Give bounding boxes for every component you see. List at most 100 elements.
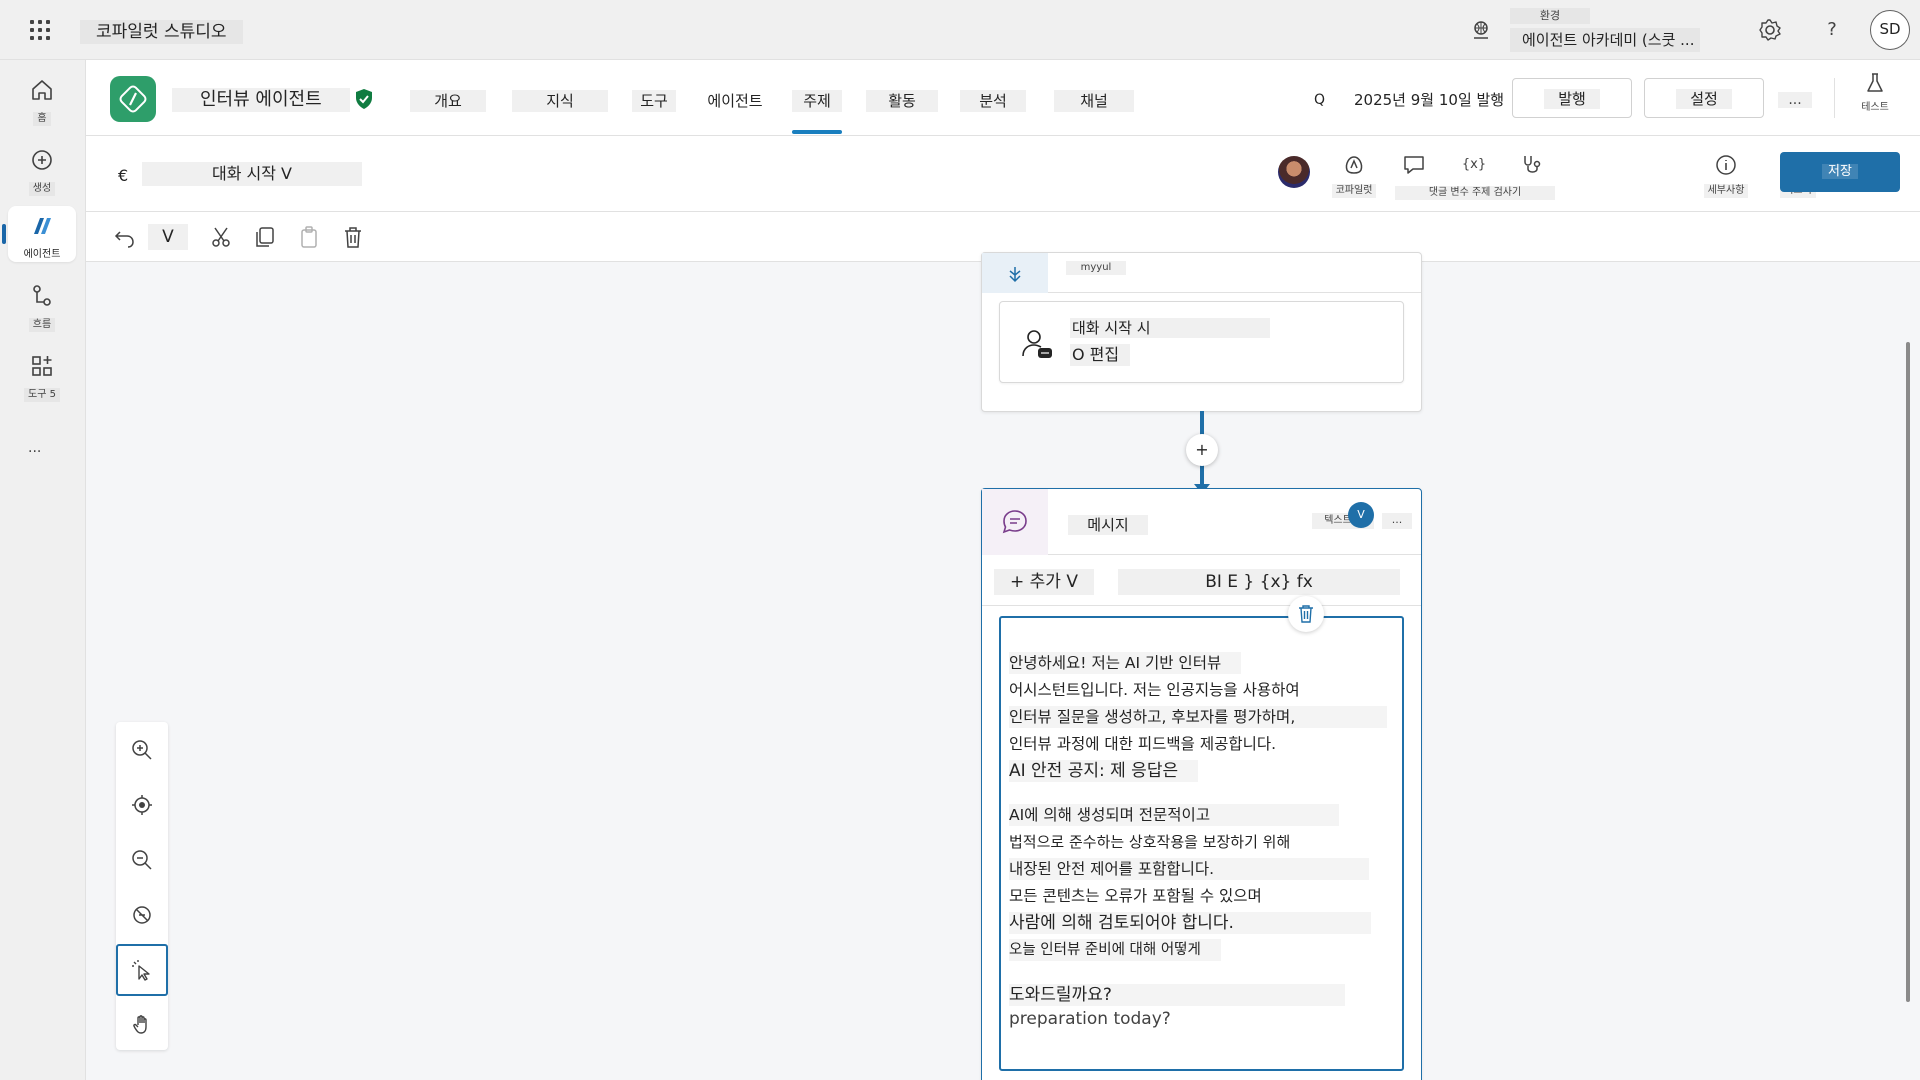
environment-name[interactable]: 에이전트 아카데미 (스쿳 ...: [1510, 28, 1700, 52]
divider: [982, 605, 1421, 606]
delete-message-icon[interactable]: [1288, 596, 1324, 632]
details-button[interactable]: 세부사항: [1700, 152, 1752, 198]
message-line: 어시스턴트입니다. 저는 인공지능을 사용하여: [1009, 681, 1300, 699]
zoom-out-button[interactable]: [116, 834, 168, 886]
undo-icon[interactable]: [112, 224, 138, 250]
stethoscope-icon: [1524, 156, 1541, 173]
select-mode-button[interactable]: [116, 944, 168, 996]
topic-checker-button[interactable]: [1510, 152, 1554, 178]
message-line: 인터뷰 질문을 생성하고, 후보자를 평가하며,: [1009, 706, 1387, 728]
tab-overview[interactable]: 개요: [410, 90, 486, 112]
recenter-button[interactable]: [116, 779, 168, 831]
app-launcher-icon[interactable]: [28, 18, 52, 42]
app-title[interactable]: 코파일럿 스튜디오: [80, 20, 243, 44]
trigger-title: 대화 시작 시: [1070, 318, 1270, 338]
tab-knowledge[interactable]: 지식: [512, 90, 608, 112]
trigger-arrow-icon: [1009, 267, 1021, 283]
trigger-icon-wrap: [982, 253, 1048, 293]
rail-item-create[interactable]: 생성: [8, 140, 76, 196]
save-button-label: 저장: [1822, 164, 1858, 179]
agent-logo: [110, 76, 156, 122]
home-icon: [32, 80, 52, 100]
environment-icon[interactable]: [1470, 19, 1492, 41]
copilot-icon: [1345, 156, 1363, 174]
minimap-toggle-button[interactable]: [116, 889, 168, 941]
tab-agents[interactable]: 에이전트: [698, 90, 772, 112]
zoom-out-icon: [132, 850, 152, 870]
rail-item-home[interactable]: 홈: [8, 70, 76, 126]
variables-icon: {x}: [1461, 157, 1487, 172]
message-line: 오늘 인터뷰 준비에 대해 어떻게: [1009, 939, 1221, 961]
minimap-off-icon: [133, 906, 151, 924]
message-bubble-icon: [1002, 510, 1027, 534]
top-bar: 코파일럿 스튜디오 환경 에이전트 아카데미 (스쿳 ... ? SD: [0, 0, 1920, 60]
publish-date: 2025년 9월 10일 발행: [1354, 91, 1505, 109]
settings-button-label: 설정: [1676, 88, 1732, 109]
settings-gear-icon[interactable]: [1756, 16, 1784, 44]
message-node-more-button[interactable]: ...: [1382, 513, 1412, 529]
user-avatar[interactable]: SD: [1870, 10, 1910, 50]
zoom-in-button[interactable]: [116, 724, 168, 776]
rail-more-button[interactable]: ...: [28, 440, 41, 456]
tab-topics[interactable]: 주제: [792, 90, 842, 112]
add-node-button[interactable]: +: [1186, 434, 1218, 466]
topic-name-dropdown[interactable]: 대화 시작 V: [142, 162, 362, 186]
tab-activity[interactable]: 활동: [866, 90, 938, 112]
conversation-start-icon: [1022, 330, 1052, 358]
trigger-edit-link[interactable]: O 편집: [1070, 344, 1130, 366]
message-line: 내장된 안전 제어를 포함합니다.: [1009, 858, 1369, 880]
active-tab-indicator: [792, 130, 842, 134]
topic-header: € 대화 시작 V 코파일럿 {x} 댓글 변수 주제 검사기 세부사항 저장: [86, 136, 1920, 212]
delete-icon[interactable]: [340, 224, 366, 250]
add-content-button[interactable]: + 추가 V: [994, 569, 1094, 595]
tab-channels[interactable]: 채널: [1054, 90, 1134, 112]
comment-variables-checker-label: 댓글 변수 주제 검사기: [1395, 186, 1555, 200]
variables-button[interactable]: {x}: [1452, 152, 1496, 178]
message-line: preparation today?: [1009, 1009, 1171, 1029]
tab-tools[interactable]: 도구: [632, 90, 676, 112]
agent-name: 인터뷰 에이전트: [172, 88, 350, 112]
publish-status-icon: Q: [1314, 92, 1326, 108]
settings-button[interactable]: 설정: [1644, 78, 1764, 118]
canvas-vertical-scrollbar[interactable]: [1906, 342, 1910, 1002]
trigger-card[interactable]: 대화 시작 시 O 편집: [999, 301, 1404, 383]
message-line: 사람에 의해 검토되어야 합니다.: [1009, 912, 1371, 934]
rail-item-flows[interactable]: 흐름: [8, 276, 76, 332]
test-button[interactable]: 테스트: [1850, 72, 1900, 113]
pan-mode-button[interactable]: [116, 998, 168, 1050]
more-options-button[interactable]: ...: [1778, 92, 1812, 108]
message-line: 인터뷰 과정에 대한 피드백을 제공합니다.: [1009, 735, 1277, 753]
trigger-node-header: myyul: [982, 253, 1421, 293]
help-button[interactable]: ?: [1820, 16, 1844, 44]
save-button[interactable]: 저장: [1780, 152, 1900, 192]
comment-button[interactable]: [1392, 152, 1436, 178]
publish-button[interactable]: 발행: [1512, 78, 1632, 118]
copy-icon[interactable]: [252, 224, 278, 250]
message-text-editor[interactable]: 안녕하세요! 저는 AI 기반 인터뷰 어시스턴트입니다. 저는 인공지능을 사…: [999, 616, 1404, 1071]
agent-logo-icon: [119, 85, 147, 113]
tab-analytics[interactable]: 분석: [960, 90, 1026, 112]
rail-item-label: 에이전트: [23, 249, 61, 260]
paste-icon[interactable]: [296, 224, 322, 250]
rail-item-label: 홈: [33, 112, 51, 126]
cut-icon[interactable]: [208, 224, 234, 250]
message-node[interactable]: 메시지 텍스트 V ... + 추가 V BI E } {x} fx 안녕하세요…: [981, 488, 1422, 1080]
zoom-in-icon: [132, 740, 152, 760]
copilot-label: 코파일럿: [1331, 184, 1377, 198]
node-status-badge[interactable]: V: [1348, 502, 1374, 528]
flask-icon: [1867, 73, 1883, 92]
publish-button-label: 발행: [1544, 88, 1600, 109]
trigger-node[interactable]: myyul 대화 시작 시 O 편집: [981, 252, 1422, 412]
authoring-canvas[interactable]: myyul 대화 시작 시 O 편집 + 메시지 텍스트 V ... + 추가 …: [86, 252, 1920, 1080]
rail-item-tools[interactable]: 도구 5: [8, 346, 76, 402]
rail-item-label: 도구 5: [24, 388, 60, 402]
format-toolbar[interactable]: BI E } {x} fx: [1118, 569, 1400, 595]
rail-item-agents[interactable]: 에이전트: [8, 206, 76, 262]
trigger-author: myyul: [1066, 261, 1126, 275]
back-button[interactable]: €: [118, 166, 128, 185]
create-icon: [32, 150, 52, 170]
copilot-button[interactable]: 코파일럿: [1330, 152, 1378, 198]
pointer-select-icon: [132, 960, 150, 981]
recenter-icon: [132, 795, 152, 815]
undo-dropdown[interactable]: V: [148, 224, 188, 250]
